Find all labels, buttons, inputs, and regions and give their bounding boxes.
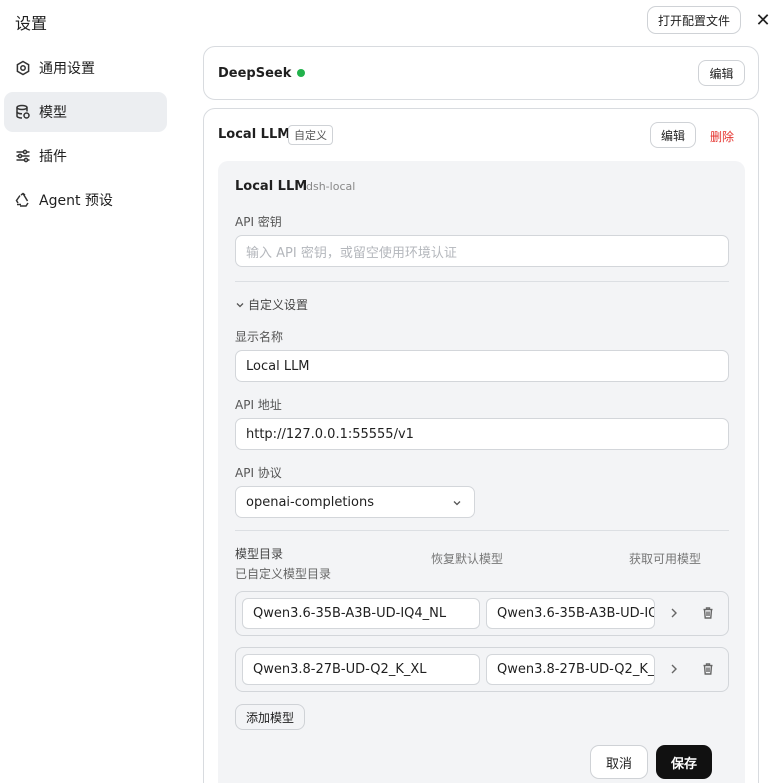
database-icon bbox=[15, 104, 31, 120]
sidebar-item-label: 插件 bbox=[39, 149, 67, 165]
display-name-label: 显示名称 bbox=[235, 330, 284, 344]
trash-icon[interactable] bbox=[700, 661, 716, 677]
api-protocol-value: openai-completions bbox=[246, 494, 375, 510]
api-key-input[interactable]: 输入 API 密钥，或留空使用环境认证 bbox=[235, 235, 729, 267]
api-protocol-select[interactable]: openai-completions bbox=[235, 486, 475, 518]
display-name-input[interactable]: Local LLM bbox=[235, 350, 729, 382]
custom-settings-toggle[interactable]: 自定义设置 bbox=[235, 296, 308, 313]
close-icon[interactable]: ✕ bbox=[753, 10, 772, 31]
save-button[interactable]: 保存 bbox=[656, 745, 712, 779]
api-key-label: API 密钥 bbox=[235, 215, 282, 229]
model-row: Qwen3.6-35B-A3B-UD-IQ4_NL Qwen3.6-35B-A3… bbox=[235, 591, 729, 636]
sidebar-item-plugins[interactable]: 插件 bbox=[4, 136, 167, 176]
window-title: 设置 bbox=[15, 14, 48, 33]
reset-models-button[interactable]: 恢复默认模型 bbox=[431, 550, 503, 567]
chevron-right-icon[interactable] bbox=[666, 661, 682, 677]
model-id-input[interactable]: Qwen3.8-27B-UD-Q2_K_XL bbox=[242, 654, 480, 685]
api-protocol-label: API 协议 bbox=[235, 466, 282, 480]
sidebar-item-general[interactable]: 通用设置 bbox=[4, 48, 167, 88]
edit-button[interactable]: 编辑 bbox=[650, 122, 696, 148]
provider-card-local-llm: Local LLM 自定义 编辑 删除 Local LLM dsh-local … bbox=[203, 108, 759, 783]
api-url-input[interactable]: http://127.0.0.1:55555/v1 bbox=[235, 418, 729, 450]
fetch-models-button[interactable]: 获取可用模型 bbox=[629, 550, 701, 567]
model-id-input[interactable]: Qwen3.6-35B-A3B-UD-IQ4_NL bbox=[242, 598, 480, 629]
custom-settings-label: 自定义设置 bbox=[248, 298, 309, 312]
sidebar-item-label: 通用设置 bbox=[39, 61, 95, 77]
edit-button[interactable]: 编辑 bbox=[698, 60, 745, 86]
chevron-down-icon bbox=[236, 302, 244, 307]
open-config-button[interactable]: 打开配置文件 bbox=[647, 6, 741, 34]
model-display-input[interactable]: Qwen3.8-27B-UD-Q2_K_XL bbox=[486, 654, 655, 685]
divider bbox=[235, 530, 729, 531]
chevron-right-icon[interactable] bbox=[666, 605, 682, 621]
sliders-icon bbox=[15, 148, 31, 164]
api-url-label: API 地址 bbox=[235, 398, 282, 412]
trash-icon[interactable] bbox=[700, 605, 716, 621]
custom-tag: 自定义 bbox=[288, 125, 333, 145]
model-catalog-sublabel: 已自定义模型目录 bbox=[235, 567, 332, 581]
gear-icon bbox=[15, 60, 31, 76]
provider-settings-panel: Local LLM dsh-local API 密钥 输入 API 密钥，或留空… bbox=[218, 161, 745, 783]
chevron-down-icon bbox=[453, 501, 461, 506]
add-model-button[interactable]: 添加模型 bbox=[235, 704, 305, 730]
sidebar-item-agent-presets[interactable]: Agent 预设 bbox=[4, 180, 167, 220]
sidebar: 通用设置 模型 插件 Agent 预设 bbox=[0, 48, 172, 224]
model-display-input[interactable]: Qwen3.6-35B-A3B-UD-IQ4_NL bbox=[486, 598, 655, 629]
cancel-button[interactable]: 取消 bbox=[590, 745, 648, 779]
divider bbox=[235, 281, 729, 282]
status-dot bbox=[297, 69, 306, 77]
model-row: Qwen3.8-27B-UD-Q2_K_XL Qwen3.8-27B-UD-Q2… bbox=[235, 647, 729, 692]
sidebar-item-label: Agent 预设 bbox=[39, 193, 113, 209]
provider-name: DeepSeek bbox=[218, 65, 292, 81]
provider-card-deepseek: DeepSeek 编辑 bbox=[203, 46, 759, 100]
sidebar-item-models[interactable]: 模型 bbox=[4, 92, 167, 132]
delete-button[interactable]: 删除 bbox=[710, 128, 734, 145]
provider-name: Local LLM bbox=[218, 127, 291, 142]
provider-id: dsh-local bbox=[306, 180, 356, 193]
recycle-icon bbox=[15, 192, 31, 208]
panel-title: Local LLM bbox=[235, 179, 308, 194]
sidebar-item-label: 模型 bbox=[39, 105, 67, 121]
model-catalog-label: 模型目录 bbox=[235, 547, 284, 561]
